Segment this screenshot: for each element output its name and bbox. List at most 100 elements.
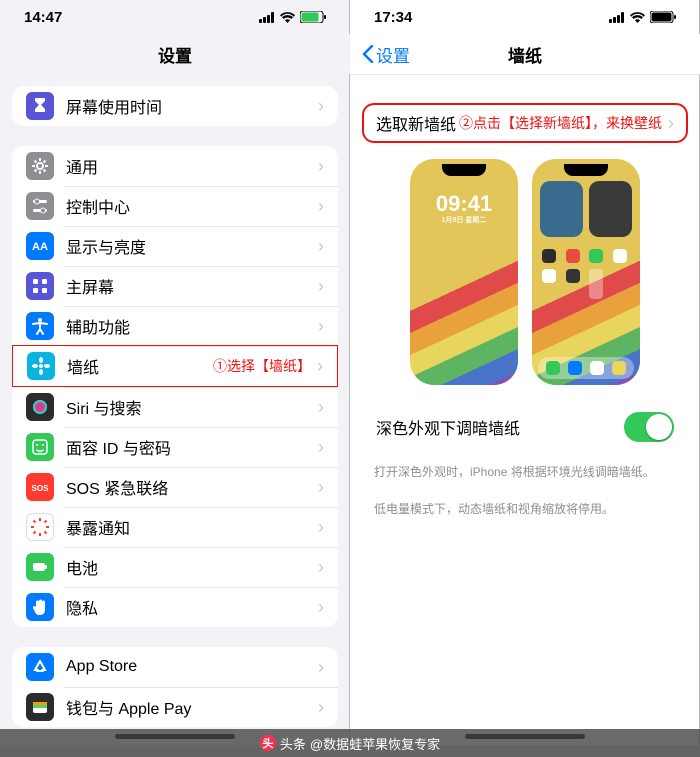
back-button[interactable]: 设置 <box>362 42 410 67</box>
chevron-right-icon: › <box>318 657 324 678</box>
chevron-right-icon: › <box>318 96 324 117</box>
row-dim-in-dark: 深色外观下调暗墙纸 <box>362 403 688 451</box>
chevron-right-icon: › <box>318 276 324 297</box>
wifi-icon <box>630 12 645 23</box>
row-label: 面容 ID 与密码 <box>66 435 318 459</box>
nav-bar: 设置 <box>0 34 350 74</box>
row-label: 暴露通知 <box>66 515 318 539</box>
battery-icon <box>26 553 54 581</box>
hourglass-icon <box>26 92 54 120</box>
wallet-icon <box>26 693 54 721</box>
chevron-right-icon: › <box>318 397 324 418</box>
nav-bar: 设置 墙纸 <box>350 34 700 75</box>
row-label: 隐私 <box>66 595 318 619</box>
chevron-right-icon: › <box>668 113 674 134</box>
row-exposure[interactable]: 暴露通知› <box>12 507 338 547</box>
row-pick-new-wallpaper[interactable]: 选取新墙纸 ②点击【选择新墙纸】，来换壁纸 › <box>362 103 688 143</box>
row-flower[interactable]: 墙纸①选择【墙纸】 › <box>12 345 338 387</box>
row-accessibility[interactable]: 辅助功能› <box>12 306 338 346</box>
status-time: 14:47 <box>24 9 62 26</box>
status-bar: 17:34 <box>350 0 700 34</box>
chevron-right-icon: › <box>318 236 324 257</box>
preview-clock: 09:41 1月9日 星期二 <box>410 193 518 224</box>
status-icons <box>259 11 326 23</box>
chevron-right-icon: › <box>318 597 324 618</box>
chevron-right-icon: › <box>318 196 324 217</box>
chevron-right-icon: › <box>318 437 324 458</box>
row-battery[interactable]: 电池› <box>12 547 338 587</box>
wallpaper-previews: 09:41 1月9日 星期二 <box>350 143 700 403</box>
group-pick-wallpaper: 选取新墙纸 ②点击【选择新墙纸】，来换壁纸 › <box>362 103 688 143</box>
exposure-icon <box>26 513 54 541</box>
row-gear[interactable]: 通用› <box>12 146 338 186</box>
row-label: 主屏幕 <box>66 274 318 298</box>
phone-wallpaper: 17:34 设置 墙纸 选取新墙纸 ②点击【选择新墙纸】，来换壁纸 › <box>350 0 700 745</box>
row-wallet[interactable]: 钱包与 Apple Pay› <box>12 687 338 727</box>
row-label: 显示与亮度 <box>66 234 318 258</box>
svg-text:SOS: SOS <box>32 484 50 493</box>
battery-icon <box>300 11 326 23</box>
accessibility-icon <box>26 312 54 340</box>
grid-icon <box>26 272 54 300</box>
row-label: 墙纸 <box>67 354 213 378</box>
chevron-right-icon: › <box>318 557 324 578</box>
group-screentime: 屏幕使用时间› <box>12 86 338 126</box>
back-label: 设置 <box>376 42 410 67</box>
row-siri[interactable]: Siri 与搜索› <box>12 387 338 427</box>
siri-icon <box>26 393 54 421</box>
row-label: 电池 <box>66 555 318 579</box>
annotation-2: ②点击【选择新墙纸】，来换壁纸 <box>459 113 662 133</box>
hint-lowpower: 低电量模式下，动态墙纸和视角缩放将停用。 <box>350 496 700 533</box>
row-label: 屏幕使用时间 <box>66 94 318 118</box>
lock-screen-preview[interactable]: 09:41 1月9日 星期二 <box>410 159 518 385</box>
group-store: App Store›钱包与 Apple Pay› <box>12 647 338 727</box>
hand-icon <box>26 593 54 621</box>
appstore-icon <box>26 653 54 681</box>
gear-icon <box>26 152 54 180</box>
row-label: 控制中心 <box>66 194 318 218</box>
status-bar: 14:47 <box>0 0 350 34</box>
toutiao-icon: 头 <box>260 735 276 751</box>
status-time: 17:34 <box>374 9 412 26</box>
svg-text:AA: AA <box>32 241 48 253</box>
row-face[interactable]: 面容 ID 与密码› <box>12 427 338 467</box>
face-icon <box>26 433 54 461</box>
flower-icon <box>27 352 55 380</box>
group-dim: 深色外观下调暗墙纸 <box>362 403 688 451</box>
annotation-1: ①选择【墙纸】 <box>213 356 311 376</box>
row-label: 辅助功能 <box>66 314 318 338</box>
chevron-right-icon: › <box>317 356 323 377</box>
row-AA[interactable]: AA 显示与亮度› <box>12 226 338 266</box>
row-hand[interactable]: 隐私› <box>12 587 338 627</box>
status-icons <box>609 11 676 23</box>
signal-icon <box>259 12 275 23</box>
row-label: Siri 与搜索 <box>66 395 318 419</box>
chevron-right-icon: › <box>318 517 324 538</box>
phone-settings: 14:47 设置 屏幕使用时间› 通用›控制中心›AA显示与亮度›主屏幕›辅助功… <box>0 0 350 745</box>
row-label: App Store <box>66 658 318 676</box>
hint-dark: 打开深色外观时，iPhone 将根据环境光线调暗墙纸。 <box>350 459 700 496</box>
chevron-right-icon: › <box>318 316 324 337</box>
page-title: 设置 <box>158 42 192 67</box>
wifi-icon <box>280 12 295 23</box>
row-appstore[interactable]: App Store› <box>12 647 338 687</box>
AA-icon: AA <box>26 232 54 260</box>
row-label: SOS 紧急联络 <box>66 475 318 499</box>
watermark: 头 头条 @数据蛙苹果恢复专家 <box>0 729 700 757</box>
sliders-icon <box>26 192 54 220</box>
chevron-right-icon: › <box>318 477 324 498</box>
row-SOS[interactable]: SOS SOS 紧急联络› <box>12 467 338 507</box>
row-hourglass[interactable]: 屏幕使用时间› <box>12 86 338 126</box>
row-grid[interactable]: 主屏幕› <box>12 266 338 306</box>
chevron-right-icon: › <box>318 156 324 177</box>
signal-icon <box>609 12 625 23</box>
chevron-left-icon <box>362 45 374 63</box>
row-sliders[interactable]: 控制中心› <box>12 186 338 226</box>
home-screen-preview[interactable] <box>532 159 640 385</box>
row-label: 通用 <box>66 154 318 178</box>
pick-new-label: 选取新墙纸 <box>376 111 459 135</box>
chevron-right-icon: › <box>318 697 324 718</box>
dim-toggle[interactable] <box>624 412 674 442</box>
battery-icon <box>650 11 676 23</box>
dim-label: 深色外观下调暗墙纸 <box>376 415 624 439</box>
